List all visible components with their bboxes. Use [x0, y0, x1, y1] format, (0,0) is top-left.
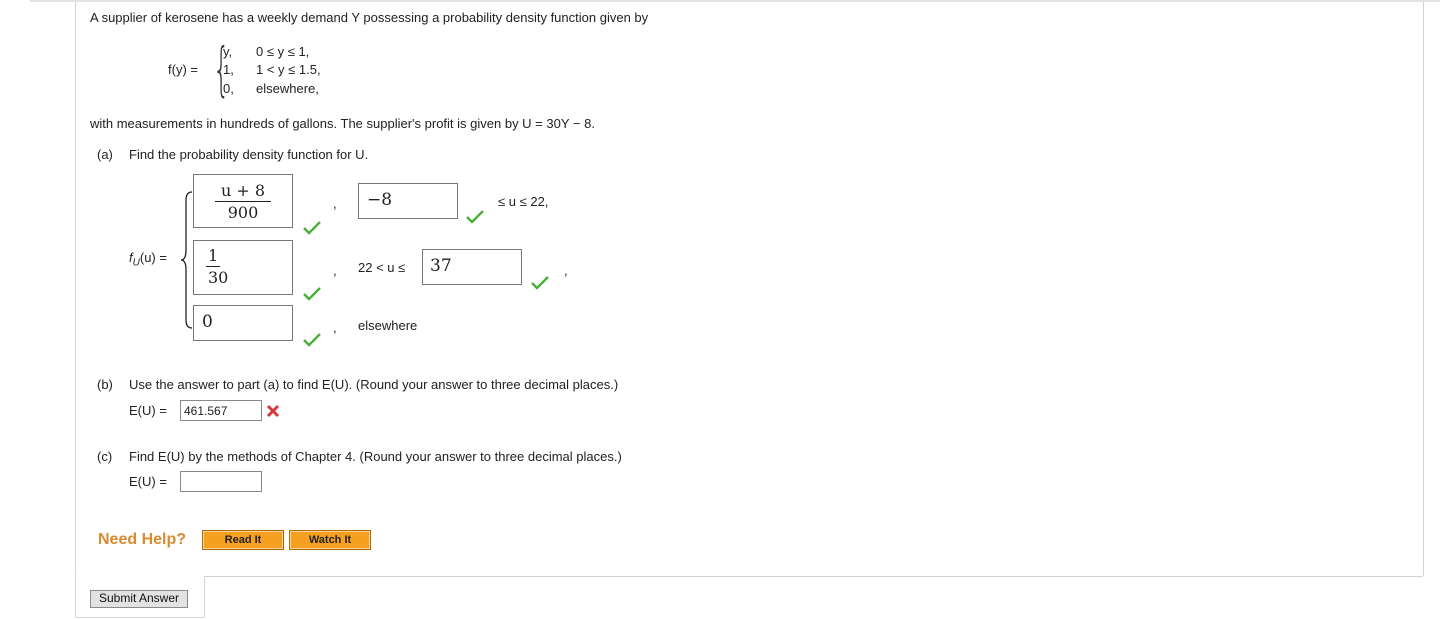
eu-label-b: E(U) =: [129, 403, 167, 418]
part-c-question: Find E(U) by the methods of Chapter 4. (…: [129, 449, 622, 464]
range-1: ≤ u ≤ 22,: [498, 194, 549, 209]
piece-value-1: y,: [223, 44, 233, 59]
large-left-brace: [180, 191, 193, 329]
eu-input-c[interactable]: [180, 471, 262, 492]
density-answer-1[interactable]: u + 8 900: [193, 174, 293, 228]
check-icon: [466, 210, 484, 224]
piece-condition-3: elsewhere,: [256, 81, 319, 96]
part-a-question: Find the probability density function fo…: [129, 147, 369, 162]
check-icon: [303, 333, 321, 347]
comma: ,: [333, 263, 337, 278]
eu-label-c: E(U) =: [129, 474, 167, 489]
eu-input-b[interactable]: [180, 400, 262, 421]
part-a-letter: (a): [97, 147, 113, 162]
density-answer-3[interactable]: 0: [193, 305, 293, 341]
check-icon: [303, 287, 321, 301]
part-c-letter: (c): [97, 449, 113, 464]
part-b-letter: (b): [97, 377, 113, 392]
watch-it-button[interactable]: Watch It: [289, 530, 371, 550]
check-icon: [531, 276, 549, 290]
fu-label: fU(u) =: [129, 250, 167, 269]
comma: ,: [333, 196, 337, 211]
upper-bound-answer[interactable]: 37: [422, 249, 522, 285]
fy-label: f(y) =: [168, 62, 198, 77]
comma: ,: [564, 263, 568, 278]
measurement-text: with measurements in hundreds of gallons…: [90, 116, 595, 131]
lower-bound-answer[interactable]: −8: [358, 183, 458, 219]
piece-condition-2: 1 < y ≤ 1.5,: [256, 62, 321, 77]
density-answer-2[interactable]: 1 30: [193, 240, 293, 295]
submit-answer-button[interactable]: Submit Answer: [90, 590, 188, 608]
check-icon: [303, 221, 321, 235]
range-3: elsewhere: [358, 318, 418, 333]
read-it-button[interactable]: Read It: [202, 530, 284, 550]
comma: ,: [333, 320, 337, 335]
part-b-question: Use the answer to part (a) to find E(U).…: [129, 377, 619, 392]
need-help-title: Need Help?: [98, 531, 187, 548]
wrong-icon: [266, 404, 280, 418]
range-2: 22 < u ≤: [358, 260, 406, 275]
piece-condition-1: 0 ≤ y ≤ 1,: [256, 44, 310, 59]
problem-intro: A supplier of kerosene has a weekly dema…: [90, 10, 649, 25]
piece-value-2: 1,: [223, 62, 234, 77]
piece-value-3: 0,: [223, 81, 234, 96]
